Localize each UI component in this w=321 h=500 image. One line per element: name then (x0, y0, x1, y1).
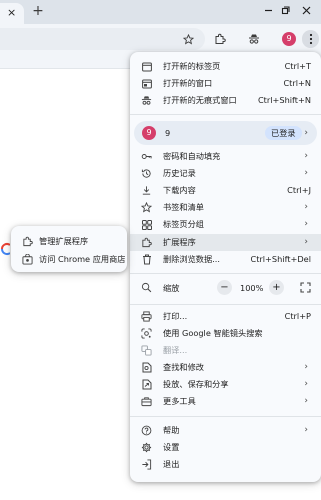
help-icon (141, 425, 152, 436)
page-content-fragment (0, 242, 11, 256)
menu-item-more-tools[interactable]: 更多工具 › (130, 393, 321, 410)
bookmark-star-icon[interactable] (180, 31, 196, 47)
profile-name: 9 (165, 128, 171, 138)
chevron-right-icon: › (304, 219, 308, 229)
chevron-right-icon: › (304, 151, 308, 161)
menu-item-passwords[interactable]: 密码和自动填充 › (130, 148, 321, 165)
find-icon (141, 362, 152, 373)
extensions-submenu: 管理扩展程序 访问 Chrome 应用商店 (11, 226, 127, 272)
menu-item-extensions[interactable]: 扩展程序 › (130, 234, 321, 251)
incognito-toolbar-icon[interactable] (246, 31, 262, 47)
menu-divider (130, 273, 321, 274)
new-tab-icon (141, 61, 152, 72)
menu-item-help[interactable]: 帮助 › (130, 422, 321, 439)
store-icon (22, 254, 33, 265)
close-tab-icon[interactable]: × (7, 7, 16, 19)
print-icon (141, 311, 152, 322)
zoom-row: 缩放 − 100% + (130, 278, 321, 298)
menu-item-new-window[interactable]: 打开新的窗口 Ctrl+N (130, 75, 321, 92)
fullscreen-icon[interactable] (300, 282, 311, 293)
chevron-right-icon: › (304, 128, 308, 138)
new-tab-button[interactable]: + (30, 4, 46, 20)
key-icon (141, 151, 152, 162)
lens-icon (141, 328, 152, 339)
translate-icon (141, 345, 152, 356)
zoom-level: 100% (240, 283, 264, 293)
chevron-right-icon: › (304, 396, 308, 406)
trash-icon (141, 254, 152, 265)
menu-item-translate[interactable]: 翻译... (130, 342, 321, 359)
menu-item-cast-save-share[interactable]: 投放、保存和分享 › (130, 376, 321, 393)
menu-item-find-and-edit[interactable]: 查找和修改 › (130, 359, 321, 376)
menu-item-new-incognito-window[interactable]: 打开新的无痕式窗口 Ctrl+Shift+N (130, 92, 321, 109)
puzzle-icon (141, 237, 152, 248)
cast-icon (141, 379, 152, 390)
chevron-right-icon: › (304, 202, 308, 212)
puzzle-icon (22, 236, 33, 247)
menu-item-print[interactable]: 打印... Ctrl+P (130, 308, 321, 325)
submenu-item-manage-extensions[interactable]: 管理扩展程序 (11, 233, 127, 250)
menu-item-new-tab[interactable]: 打开新的标签页 Ctrl+T (130, 58, 321, 75)
profile-row[interactable]: 9 9 已登录 › (134, 121, 317, 145)
close-window-icon[interactable] (298, 4, 314, 20)
chrome-main-menu: 打开新的标签页 Ctrl+T 打开新的窗口 Ctrl+N 打开新的无痕式窗口 C… (130, 52, 321, 482)
chevron-right-icon: › (304, 168, 308, 178)
chevron-right-icon: › (304, 379, 308, 389)
menu-item-tab-groups[interactable]: 标签页分组 › (130, 216, 321, 233)
exit-icon (141, 459, 152, 470)
menu-item-google-lens[interactable]: 使用 Google 智能镜头搜索 (130, 325, 321, 342)
restore-icon[interactable] (277, 4, 293, 20)
extensions-icon[interactable] (212, 31, 228, 47)
chevron-right-icon: › (304, 362, 308, 372)
profile-avatar-button[interactable]: 9 (282, 32, 296, 46)
menu-divider (130, 304, 321, 305)
more-menu-icon[interactable] (302, 30, 319, 48)
zoom-out-button[interactable]: − (217, 280, 232, 295)
menu-divider (130, 114, 321, 115)
signed-in-badge: 已登录 (265, 126, 302, 140)
menu-item-clear-browsing-data[interactable]: 删除浏览数据... Ctrl+Shift+Del (130, 251, 321, 268)
submenu-item-chrome-web-store[interactable]: 访问 Chrome 应用商店 (11, 251, 127, 268)
tab-strip: × + (0, 0, 321, 24)
browser-tab[interactable]: × (0, 3, 24, 24)
download-icon (141, 185, 152, 196)
toolbar: 9 (0, 24, 321, 54)
menu-divider (130, 416, 321, 417)
menu-item-history[interactable]: 历史记录 › (130, 165, 321, 182)
menu-item-downloads[interactable]: 下载内容 Ctrl+J (130, 182, 321, 199)
zoom-icon (141, 282, 152, 293)
menu-item-exit[interactable]: 退出 (130, 456, 321, 473)
minimize-icon[interactable] (260, 4, 276, 20)
zoom-in-button[interactable]: + (269, 280, 284, 295)
chevron-right-icon: › (304, 425, 308, 435)
new-window-icon (141, 78, 152, 89)
chevron-right-icon: › (304, 237, 308, 247)
menu-item-bookmarks[interactable]: 书签和清单 › (130, 199, 321, 216)
avatar: 9 (142, 126, 156, 140)
menu-item-settings[interactable]: 设置 (130, 439, 321, 456)
toolbox-icon (141, 396, 152, 407)
gear-icon (141, 442, 152, 453)
star-icon (141, 202, 152, 213)
address-bar[interactable] (0, 28, 205, 50)
tab-groups-icon (141, 219, 152, 230)
history-icon (141, 168, 152, 179)
incognito-icon (141, 95, 152, 106)
